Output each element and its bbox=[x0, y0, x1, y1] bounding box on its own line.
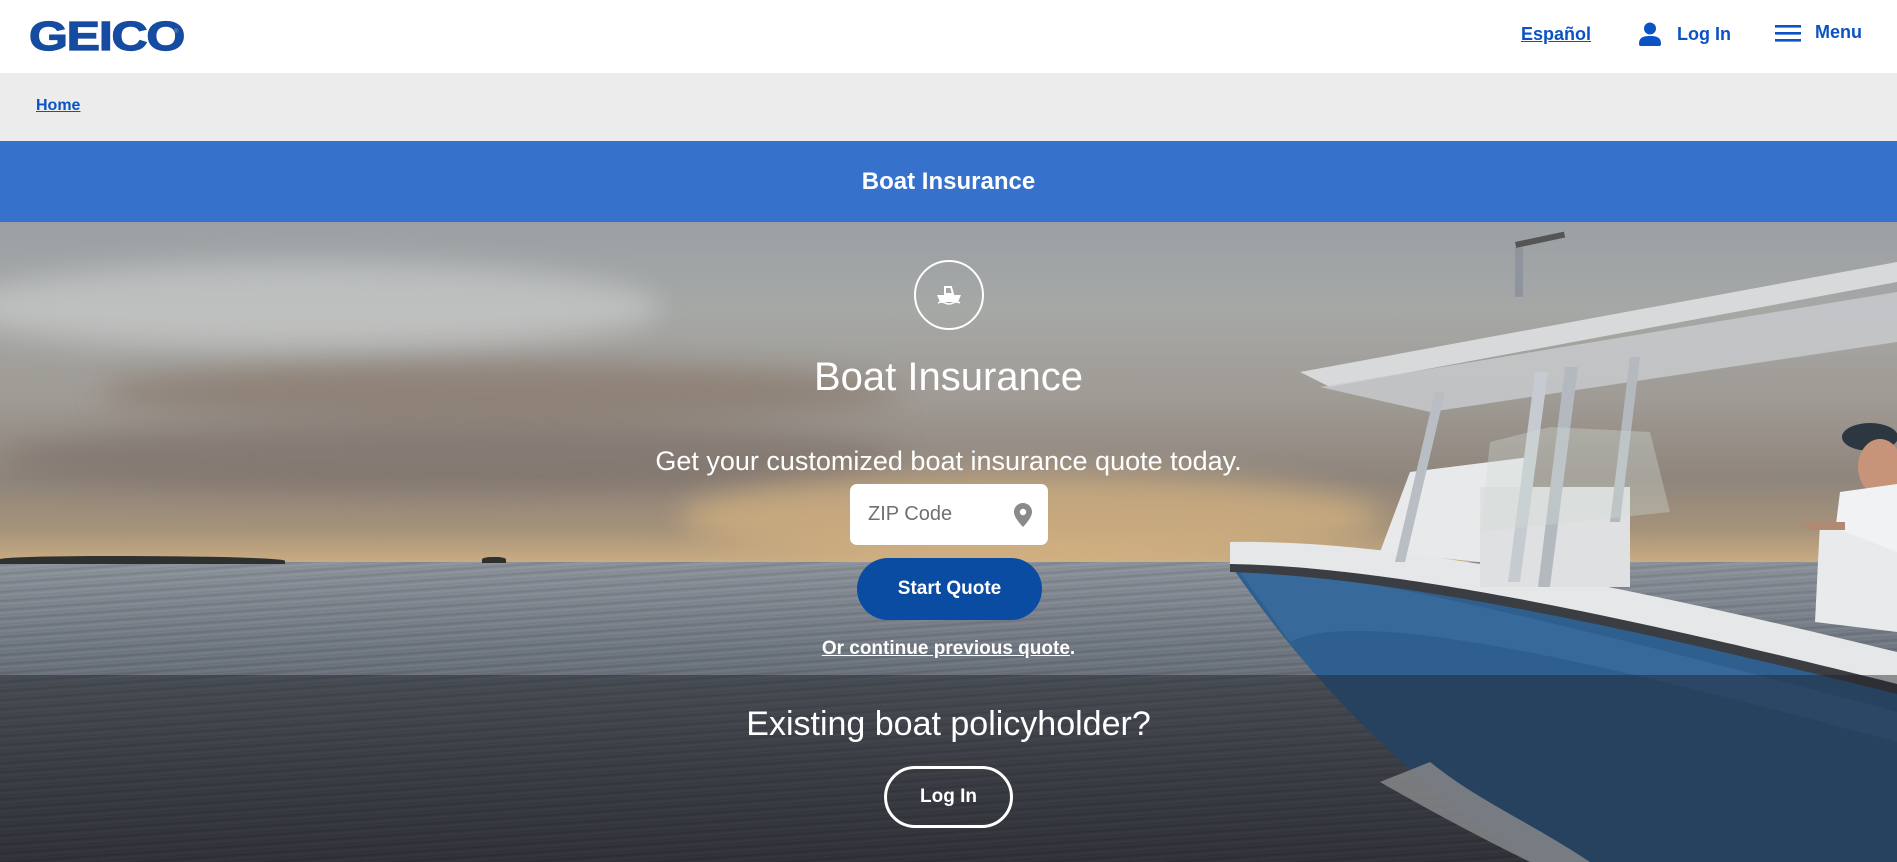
breadcrumb-home-link[interactable]: Home bbox=[36, 97, 80, 115]
geico-logo[interactable]: GEICO bbox=[28, 15, 186, 57]
hamburger-icon bbox=[1775, 24, 1801, 42]
menu-button[interactable]: Menu bbox=[1775, 22, 1862, 43]
header-login-label: Log In bbox=[1677, 23, 1731, 44]
breadcrumb: Home bbox=[0, 73, 1897, 141]
page-title: Boat Insurance bbox=[861, 167, 1036, 195]
existing-policyholder-heading: Existing boat policyholder? bbox=[746, 705, 1151, 743]
policyholder-login-button[interactable]: Log In bbox=[884, 766, 1013, 828]
zip-code-input[interactable] bbox=[868, 503, 998, 526]
continue-suffix: . bbox=[1069, 638, 1076, 659]
hero-content: Boat Insurance Get your customized boat … bbox=[0, 222, 1897, 862]
continue-previous-quote-link[interactable]: Or continue previous quote bbox=[822, 638, 1070, 659]
continue-quote-text: Or continue previous quote. bbox=[0, 638, 1897, 660]
start-quote-button[interactable]: Start Quote bbox=[857, 558, 1042, 620]
hero-section: Boat Insurance Get your customized boat … bbox=[0, 222, 1897, 862]
page-title-band: Boat Insurance bbox=[0, 141, 1897, 222]
boat-icon bbox=[937, 286, 961, 305]
boat-icon-circle bbox=[914, 260, 984, 330]
person-icon bbox=[1639, 22, 1661, 46]
header-login-button[interactable]: Log In bbox=[1639, 22, 1731, 46]
logo-text: GEICO bbox=[28, 13, 186, 59]
site-header: GEICO ® Español Log In Menu bbox=[0, 0, 1897, 73]
logo-registered-mark: ® bbox=[174, 29, 179, 35]
espanol-link[interactable]: Español bbox=[1521, 24, 1591, 45]
menu-label: Menu bbox=[1815, 22, 1862, 42]
hero-subtitle: Get your customized boat insurance quote… bbox=[655, 446, 1242, 476]
zip-code-field[interactable] bbox=[850, 484, 1048, 545]
hero-title: Boat Insurance bbox=[813, 355, 1084, 399]
location-pin-icon[interactable] bbox=[1014, 503, 1032, 527]
